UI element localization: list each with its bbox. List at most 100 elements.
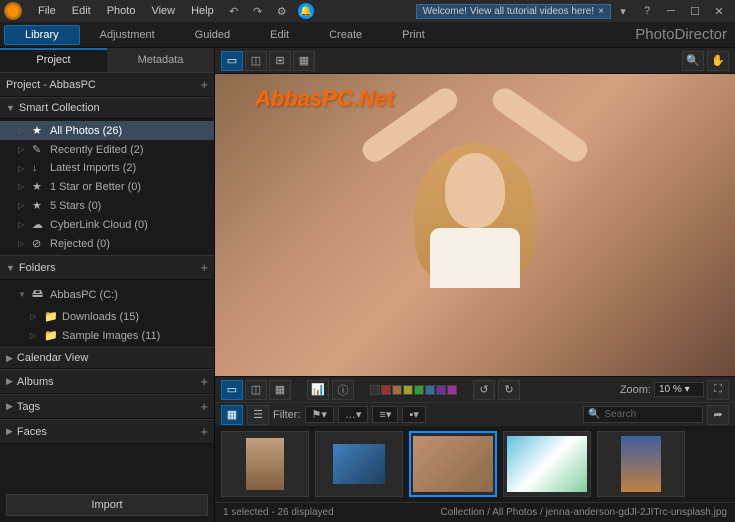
notification-icon[interactable]: 🔔 xyxy=(296,1,316,21)
sidebar-item-recently-edited[interactable]: ▷✎Recently Edited (2) xyxy=(0,140,214,159)
close-button[interactable]: ✕ xyxy=(707,1,731,21)
tab-project[interactable]: Project xyxy=(0,48,107,72)
menu-help[interactable]: Help xyxy=(183,5,222,17)
zoom-tool-icon[interactable]: 🔍 xyxy=(682,51,704,71)
add-face-icon[interactable]: + xyxy=(200,424,208,439)
panel-faces[interactable]: ▶Faces+ xyxy=(0,419,214,444)
add-project-icon[interactable]: + xyxy=(200,77,208,92)
add-album-icon[interactable]: + xyxy=(200,374,208,389)
filter-star-button[interactable]: …▾ xyxy=(338,406,369,423)
thumbnail[interactable] xyxy=(597,431,685,497)
pan-tool-icon[interactable]: ✋ xyxy=(707,51,729,71)
search-input[interactable]: 🔍 Search xyxy=(583,406,703,423)
content-area: ▭ ◫ ⊞ ▦ 🔍 ✋ AbbasPC.Net ▭ ◫ xyxy=(215,48,735,522)
thumb-list-icon[interactable]: ☰ xyxy=(247,405,269,425)
color-swatch[interactable] xyxy=(414,385,424,395)
color-swatch[interactable] xyxy=(425,385,435,395)
panel-smart-collection[interactable]: ▼ Smart Collection xyxy=(0,97,214,119)
folder-root[interactable]: ▼🖴AbbasPC (C:) xyxy=(0,282,214,307)
color-swatch[interactable] xyxy=(381,385,391,395)
color-swatch[interactable] xyxy=(403,385,413,395)
chevron-down-icon: ▼ xyxy=(6,263,15,273)
dropdown-icon[interactable]: ▾ xyxy=(613,1,633,21)
panel-calendar[interactable]: ▶Calendar View xyxy=(0,347,214,369)
view-grid-icon[interactable]: ▦ xyxy=(293,51,315,71)
layout-grid-icon[interactable]: ▦ xyxy=(269,380,291,400)
undo-icon[interactable]: ↶ xyxy=(224,1,244,21)
zoom-select[interactable]: 10 % ▾ xyxy=(654,382,704,397)
statusbar: 1 selected - 26 displayed Collection / A… xyxy=(215,502,735,522)
panel-label: Albums xyxy=(17,376,54,388)
panel-tags[interactable]: ▶Tags+ xyxy=(0,394,214,419)
layout-single-icon[interactable]: ▭ xyxy=(221,380,243,400)
project-title: Project - AbbasPC xyxy=(6,79,96,91)
tab-metadata[interactable]: Metadata xyxy=(107,48,214,72)
sidebar-item-1star[interactable]: ▷★1 Star or Better (0) xyxy=(0,177,214,196)
export-icon[interactable]: ➦ xyxy=(707,405,729,425)
thumbnail[interactable] xyxy=(315,431,403,497)
sidebar-item-latest-imports[interactable]: ▷↓Latest Imports (2) xyxy=(0,159,214,177)
view-split-icon[interactable]: ⊞ xyxy=(269,51,291,71)
sidebar-item-5stars[interactable]: ▷★5 Stars (0) xyxy=(0,196,214,215)
histogram-icon[interactable]: 📊 xyxy=(307,380,329,400)
fullscreen-icon[interactable]: ⛶ xyxy=(707,380,729,400)
filter-sort-button[interactable]: ≡▾ xyxy=(372,406,398,423)
mode-adjustment[interactable]: Adjustment xyxy=(80,26,175,44)
menu-edit[interactable]: Edit xyxy=(64,5,99,17)
view-single-icon[interactable]: ▭ xyxy=(221,51,243,71)
view-compare-icon[interactable]: ◫ xyxy=(245,51,267,71)
panel-folders[interactable]: ▼ Folders + xyxy=(0,255,214,280)
mode-toolbar: Library Adjustment Guided Edit Create Pr… xyxy=(0,22,735,48)
star-icon: ★ xyxy=(32,180,46,193)
import-button[interactable]: Import xyxy=(6,494,208,516)
rotate-right-icon[interactable]: ↻ xyxy=(498,380,520,400)
smart-collection-body: ▷★All Photos (26) ▷✎Recently Edited (2) … xyxy=(0,119,214,255)
close-banner-icon[interactable]: × xyxy=(598,6,604,17)
info-icon[interactable]: ⓘ xyxy=(332,380,354,400)
sidebar-item-rejected[interactable]: ▷⊘Rejected (0) xyxy=(0,234,214,253)
maximize-button[interactable]: ☐ xyxy=(683,1,707,21)
color-label-swatches xyxy=(370,385,457,395)
folder-sample-images[interactable]: ▷📁Sample Images (11) xyxy=(0,326,214,345)
thumbnail[interactable] xyxy=(503,431,591,497)
color-swatch[interactable] xyxy=(436,385,446,395)
add-tag-icon[interactable]: + xyxy=(200,399,208,414)
layout-dual-icon[interactable]: ◫ xyxy=(245,380,267,400)
redo-icon[interactable]: ↷ xyxy=(248,1,268,21)
mode-edit[interactable]: Edit xyxy=(250,26,309,44)
filter-flag-button[interactable]: ⚑▾ xyxy=(305,406,334,423)
cloud-icon: ☁ xyxy=(32,218,46,231)
filter-toolbar: ▦ ☰ Filter: ⚑▾ …▾ ≡▾ ▪▾ 🔍 Search ➦ xyxy=(215,402,735,426)
mode-print[interactable]: Print xyxy=(382,26,445,44)
thumb-small-icon[interactable]: ▦ xyxy=(221,405,243,425)
menu-file[interactable]: File xyxy=(30,5,64,17)
menu-photo[interactable]: Photo xyxy=(99,5,144,17)
welcome-banner[interactable]: Welcome! View all tutorial videos here! … xyxy=(416,4,611,19)
reject-icon: ⊘ xyxy=(32,237,46,250)
filter-stack-button[interactable]: ▪▾ xyxy=(402,406,425,423)
mode-guided[interactable]: Guided xyxy=(175,26,250,44)
chevron-right-icon: ▶ xyxy=(6,426,13,437)
filmstrip[interactable] xyxy=(215,426,735,502)
menu-view[interactable]: View xyxy=(143,5,183,17)
minimize-button[interactable]: ─ xyxy=(659,1,683,21)
mode-library[interactable]: Library xyxy=(4,25,80,45)
color-swatch[interactable] xyxy=(447,385,457,395)
color-swatch[interactable] xyxy=(370,385,380,395)
sidebar-item-all-photos[interactable]: ▷★All Photos (26) xyxy=(0,121,214,140)
thumbnail-selected[interactable] xyxy=(409,431,497,497)
rotate-left-icon[interactable]: ↺ xyxy=(473,380,495,400)
folder-downloads[interactable]: ▷📁Downloads (15) xyxy=(0,307,214,326)
sidebar-item-cloud[interactable]: ▷☁CyberLink Cloud (0) xyxy=(0,215,214,234)
preview-area[interactable]: AbbasPC.Net xyxy=(215,74,735,376)
panel-albums[interactable]: ▶ Albums + xyxy=(0,369,214,394)
thumbnail[interactable] xyxy=(221,431,309,497)
panel-label: Folders xyxy=(19,262,56,274)
settings-gear-icon[interactable]: ⚙ xyxy=(272,1,292,21)
color-swatch[interactable] xyxy=(392,385,402,395)
chevron-right-icon: ▶ xyxy=(6,376,13,387)
help-icon[interactable]: ? xyxy=(637,1,657,21)
mode-create[interactable]: Create xyxy=(309,26,382,44)
sidebar: Project Metadata Project - AbbasPC + ▼ S… xyxy=(0,48,215,522)
add-folder-icon[interactable]: + xyxy=(200,260,208,275)
